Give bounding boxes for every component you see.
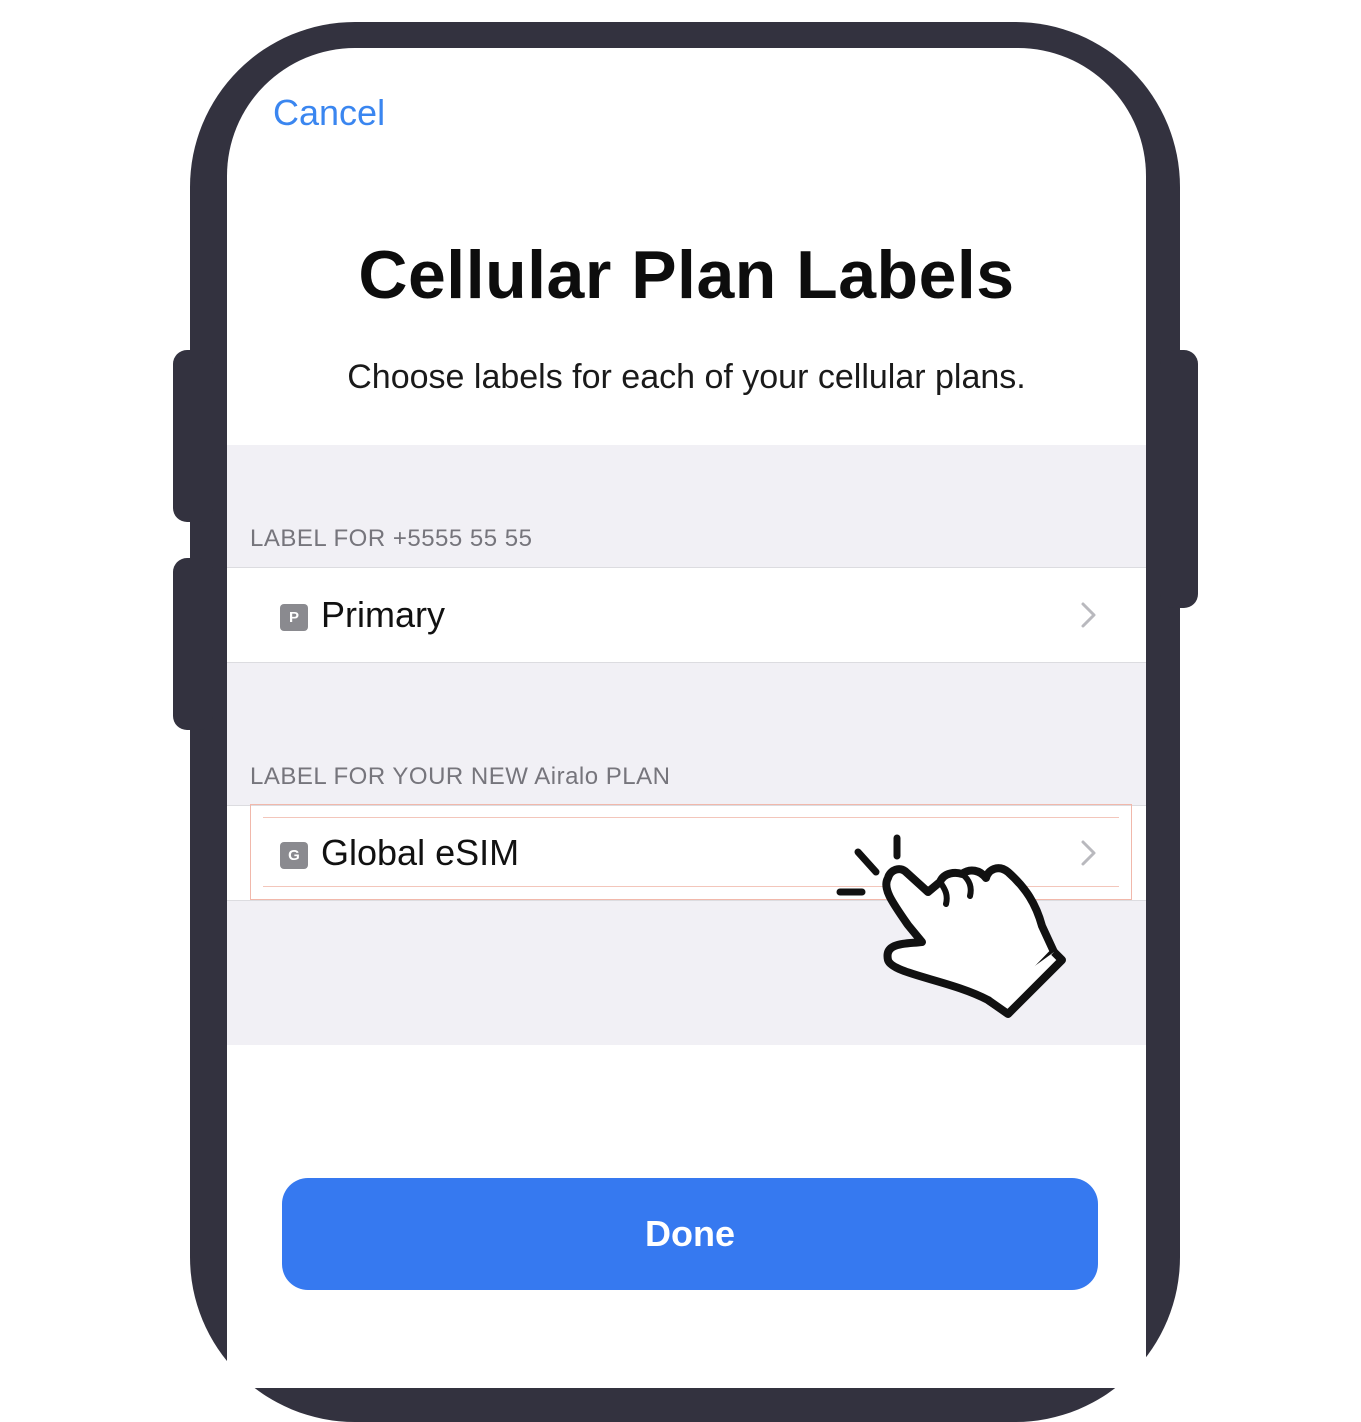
plan-badge-icon: P (280, 604, 308, 631)
section-header-new-plan: LABEL FOR YOUR NEW Airalo PLAN (250, 763, 671, 790)
section-header-primary: LABEL FOR +5555 55 55 (250, 525, 533, 552)
page-subtitle: Choose labels for each of your cellular … (347, 358, 1026, 396)
chevron-right-icon (1081, 602, 1096, 628)
tap-hand-icon (836, 834, 1066, 1018)
screen: Cancel Cellular Plan Labels Choose label… (227, 48, 1146, 1388)
power-button (1160, 350, 1198, 608)
page-title: Cellular Plan Labels (358, 237, 1015, 313)
new-plan-label: Global eSIM (321, 832, 520, 873)
primary-plan-label: Primary (321, 594, 445, 635)
volume-down-button (173, 558, 213, 730)
done-button[interactable]: Done (282, 1178, 1098, 1290)
cancel-button[interactable]: Cancel (273, 92, 385, 134)
volume-up-button (173, 350, 213, 522)
primary-plan-row[interactable]: P Primary (227, 567, 1146, 663)
plan-badge-icon: G (280, 842, 308, 869)
chevron-right-icon (1081, 840, 1096, 866)
